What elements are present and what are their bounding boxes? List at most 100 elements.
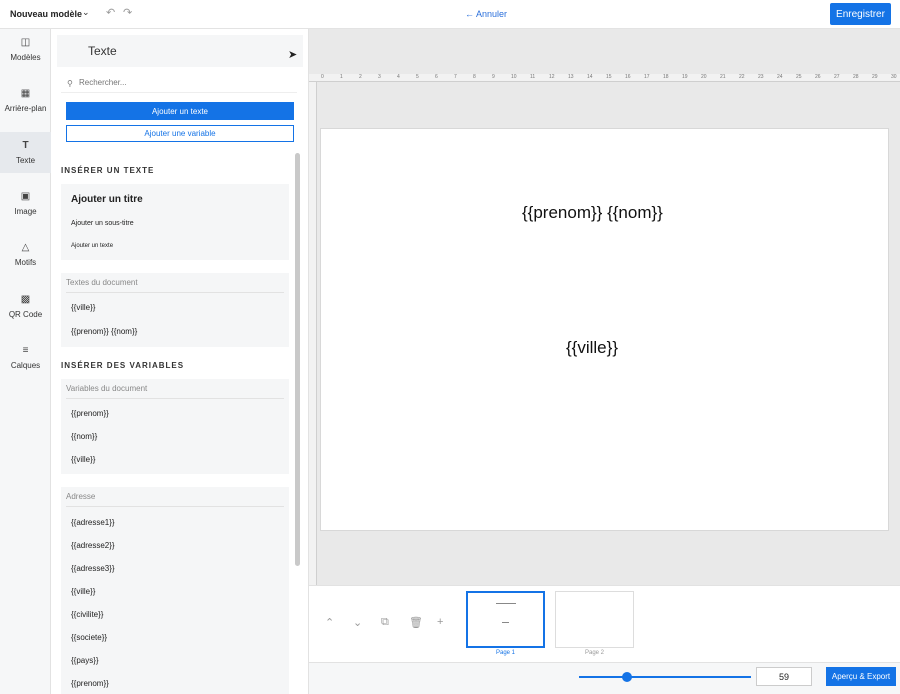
ruler-tick-label: 14 [587,74,593,80]
list-item[interactable]: {{ville}} [71,455,95,464]
divider [66,398,284,399]
left-rail: ◫ Modèles ▦ Arrière-plan T Texte ▣ Image… [0,29,51,694]
list-item[interactable]: {{civilite}} [71,610,103,619]
rail-item-modeles[interactable]: ◫ Modèles [0,29,51,70]
ruler-tick-label: 6 [435,74,438,80]
ruler-tick-label: 10 [511,74,517,80]
add-text-button[interactable]: Ajouter un texte [66,102,294,120]
ruler-tick-label: 27 [834,74,840,80]
rail-item-label: Texte [15,156,36,165]
rail-item-motifs[interactable]: △ Motifs [0,234,51,275]
search-input[interactable] [79,78,279,87]
duplicate-icon[interactable]: ⧉ [381,616,389,629]
ruler-tick-label: 25 [796,74,802,80]
qrcode-icon: ▩ [20,294,31,305]
list-item[interactable]: {{societe}} [71,633,107,642]
ruler-tick-label: 23 [758,74,764,80]
ruler-tick-label: 12 [549,74,555,80]
redo-icon[interactable]: ↷ [123,6,132,19]
list-item[interactable]: {{nom}} [71,432,97,441]
shapes-icon: △ [21,242,30,253]
ruler-tick-label: 0 [321,74,324,80]
doc-vars-title: Variables du document [66,384,148,393]
add-variable-button[interactable]: Ajouter une variable [66,125,294,142]
zoom-slider-track[interactable] [579,676,751,678]
divider [66,506,284,507]
divider [66,292,284,293]
rail-item-label: Calques [10,361,41,370]
rail-item-calques[interactable]: ≡ Calques [0,337,51,378]
document-page[interactable]: {{prenom}} {{nom}} {{ville}} [320,128,889,531]
vertical-ruler [309,82,317,585]
chevron-down-icon[interactable]: ⌄ [82,7,90,18]
zoom-level-input[interactable]: 59 [756,667,812,686]
panel-scrollbar[interactable] [295,153,300,566]
delete-icon[interactable]: 🗑 [409,616,423,629]
ruler-tick-label: 2 [359,74,362,80]
list-item[interactable]: {{pays}} [71,656,99,665]
list-item[interactable]: {{ville}} [71,587,95,596]
layers-icon: ≡ [22,345,29,356]
list-item[interactable]: {{adresse3}} [71,564,115,573]
ruler-tick-label: 22 [739,74,745,80]
ruler-tick-label: 21 [720,74,726,80]
ruler-tick-label: 18 [663,74,669,80]
move-down-icon[interactable]: ⌄ [353,616,362,629]
rail-item-qrcode[interactable]: ▩ QR Code [0,286,51,327]
add-subtitle-item[interactable]: Ajouter un sous-titre [71,220,134,227]
page-label: Page 1 [495,650,516,656]
move-up-icon[interactable]: ⌃ [325,616,334,629]
rail-item-label: Image [14,207,37,216]
templates-icon: ◫ [20,37,31,48]
list-item[interactable]: {{prenom}} {{nom}} [71,327,137,336]
ruler-tick-label: 15 [606,74,612,80]
rail-item-label: QR Code [8,310,43,319]
doc-texts-card: Textes du document {{ville}} {{prenom}} … [61,273,289,347]
zoom-slider-handle[interactable] [622,672,632,682]
list-item[interactable]: {{ville}} [71,303,95,312]
list-item[interactable]: {{prenom}} [71,679,109,688]
rail-item-image[interactable]: ▣ Image [0,183,51,224]
image-icon: ▣ [20,191,31,202]
ruler-tick-label: 24 [777,74,783,80]
search-box[interactable]: ⚲ [61,75,297,93]
add-text-item[interactable]: Ajouter un texte [71,243,113,249]
ruler-tick-label: 13 [568,74,574,80]
ruler-tick-label: 3 [378,74,381,80]
ruler-tick-label: 8 [473,74,476,80]
canvas-text-city[interactable]: {{ville}} [566,338,618,358]
page-thumbnail-1[interactable] [466,591,545,648]
doc-texts-title: Textes du document [66,278,138,287]
cancel-link[interactable]: ← Annuler [465,9,507,19]
ruler-tick-label: 28 [853,74,859,80]
panel-scroll-area[interactable]: INSÉRER UN TEXTE Ajouter un titre Ajoute… [51,153,309,694]
canvas-text-name[interactable]: {{prenom}} {{nom}} [522,203,663,223]
rail-item-label: Modèles [10,53,41,62]
rail-item-arriere-plan[interactable]: ▦ Arrière-plan [0,80,51,121]
list-item[interactable]: {{adresse1}} [71,518,115,527]
list-item[interactable]: {{adresse2}} [71,541,115,550]
thumbnail-line [496,603,516,604]
document-title[interactable]: Nouveau modèle [10,9,82,19]
ruler-tick-label: 11 [530,74,536,80]
doc-vars-card: Variables du document {{prenom}} {{nom}}… [61,379,289,474]
ruler-tick-label: 29 [872,74,878,80]
pages-bar: ⌃ ⌄ ⧉ 🗑 + Page 1 Page 2 [309,585,900,662]
rail-item-texte[interactable]: T Texte [0,132,51,173]
save-button[interactable]: Enregistrer [830,3,891,25]
add-page-icon[interactable]: + [437,616,443,628]
add-title-item[interactable]: Ajouter un titre [71,194,143,205]
ruler-tick-label: 4 [397,74,400,80]
ruler-tick-label: 5 [416,74,419,80]
ruler-tick-label: 20 [701,74,707,80]
ruler-tick-label: 26 [815,74,821,80]
text-panel: Texte ➤ ⚲ Ajouter un texte Ajouter une v… [51,29,309,694]
page-thumbnail-2[interactable] [555,591,634,648]
preview-export-button[interactable]: Aperçu & Export [826,667,896,686]
list-item[interactable]: {{prenom}} [71,409,109,418]
zoom-bar: 59 Aperçu & Export [309,662,900,694]
background-icon: ▦ [20,88,31,99]
ruler-tick-label: 7 [454,74,457,80]
insert-text-heading: INSÉRER UN TEXTE [61,166,155,175]
undo-icon[interactable]: ↶ [106,6,115,19]
